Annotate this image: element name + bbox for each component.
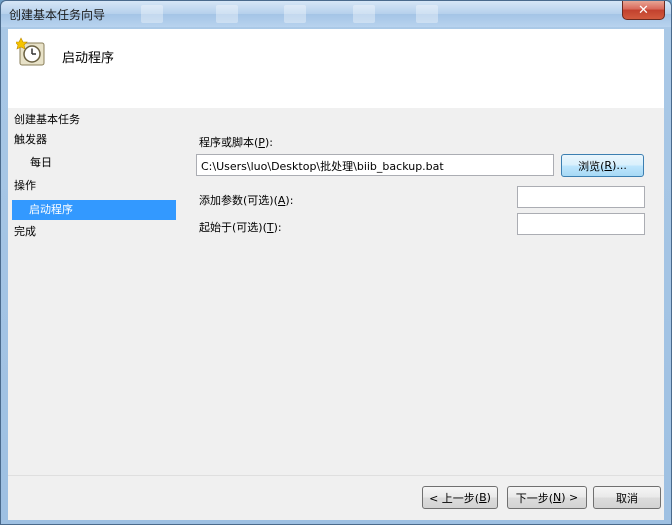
back-button[interactable]: < 上一步(B) (422, 486, 498, 509)
background-icon (284, 5, 306, 23)
arguments-input[interactable] (517, 186, 645, 208)
close-button[interactable]: ✕ (622, 1, 665, 20)
start-in-input[interactable] (517, 213, 645, 235)
close-icon: ✕ (638, 2, 649, 18)
nav-step-finish[interactable]: 完成 (14, 222, 174, 242)
arguments-label: 添加参数(可选)(A): (199, 194, 294, 207)
background-icon (416, 5, 438, 23)
program-input[interactable]: C:\Users\luo\Desktop\批处理\biib_backup.bat (196, 154, 554, 176)
wizard-caption: 创建基本任务 (14, 113, 80, 126)
nav-step-label: 触发器 (14, 133, 47, 146)
nav-step-label: 每日 (30, 156, 52, 169)
nav-step-trigger[interactable]: 触发器 (14, 130, 174, 150)
browse-button[interactable]: 浏览(R)... (561, 154, 644, 177)
nav-step-action[interactable]: 操作 (14, 176, 174, 196)
background-icon (216, 5, 238, 23)
page-title: 启动程序 (62, 51, 115, 66)
nav-step-start-program[interactable]: 启动程序 (12, 200, 176, 220)
window-title: 创建基本任务向导 (9, 8, 106, 22)
wizard-window: 创建基本任务向导 ✕ 启动程序 创建基本任务 触发器 每日 操作 启动程序 完成… (0, 0, 672, 525)
wizard-header: 启动程序 (8, 29, 664, 108)
cancel-button[interactable]: 取消 (593, 486, 661, 509)
nav-step-label: 操作 (14, 179, 36, 192)
program-label: 程序或脚本(P): (199, 136, 273, 149)
nav-step-label: 启动程序 (29, 203, 73, 216)
background-icon (141, 5, 163, 23)
wizard-content: 创建基本任务 触发器 每日 操作 启动程序 完成 程序或脚本(P): C:\Us… (8, 108, 664, 520)
nav-step-label: 完成 (14, 225, 36, 238)
background-icon (353, 5, 375, 23)
start-in-label: 起始于(可选)(T): (199, 221, 282, 234)
task-scheduler-clock-icon (16, 37, 45, 66)
title-bar[interactable]: 创建基本任务向导 ✕ (1, 1, 671, 27)
nav-step-daily[interactable]: 每日 (30, 153, 170, 173)
next-button[interactable]: 下一步(N) > (507, 486, 587, 509)
footer-separator (8, 475, 664, 476)
